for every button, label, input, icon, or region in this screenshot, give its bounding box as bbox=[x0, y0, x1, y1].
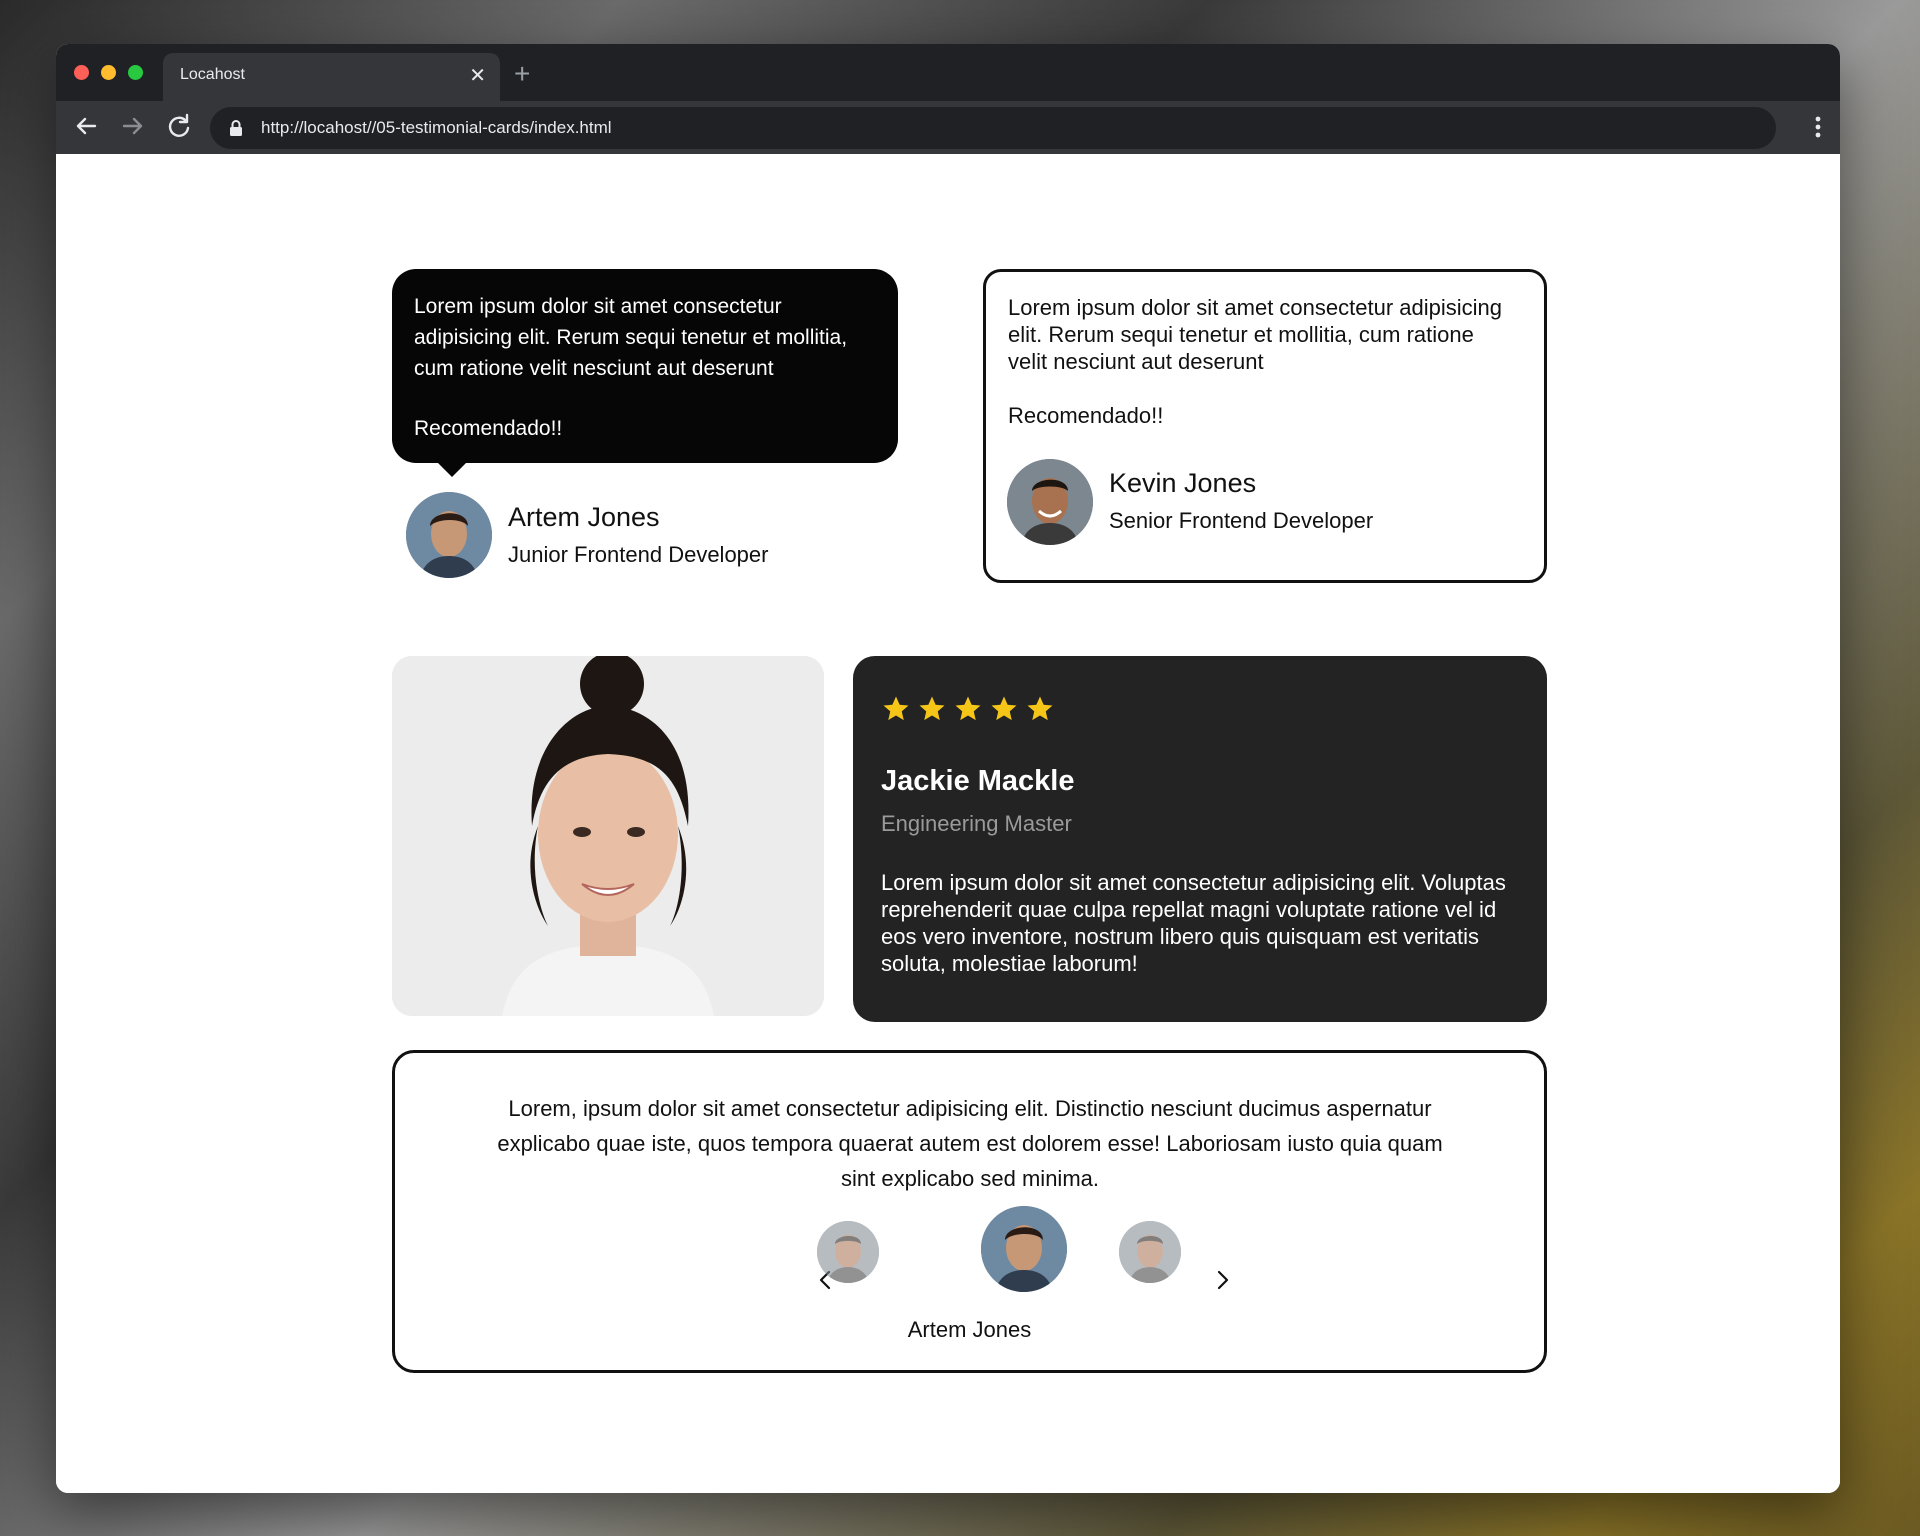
recommend-text: Recomendado!! bbox=[414, 417, 563, 440]
tab-bar: Locahost ✕ + bbox=[56, 44, 1840, 101]
author-role: Engineering Master bbox=[881, 811, 1072, 836]
browser-tab[interactable]: Locahost ✕ bbox=[163, 53, 500, 101]
author-name: Kevin Jones bbox=[1109, 468, 1257, 498]
star-icon bbox=[883, 696, 909, 721]
star-rating bbox=[881, 694, 1055, 724]
testimonial-text: Lorem ipsum dolor sit amet consectetur a… bbox=[414, 295, 848, 380]
minimize-window-button[interactable] bbox=[101, 65, 116, 80]
carousel-avatar-prev[interactable] bbox=[817, 1221, 879, 1283]
testimonial-text: Lorem ipsum dolor sit amet consectetur a… bbox=[1008, 294, 1518, 429]
address-bar[interactable]: http://locahost//05-testimonial-cards/in… bbox=[210, 107, 1776, 149]
carousel-author-name: Artem Jones bbox=[907, 1317, 1032, 1342]
testimonial-text: Lorem ipsum dolor sit amet consectetur a… bbox=[881, 870, 1506, 976]
author-role: Senior Frontend Developer bbox=[1109, 508, 1374, 533]
testimonial-card-dark: Jackie Mackle Engineering Master Lorem i… bbox=[853, 656, 1547, 1022]
browser-window: Locahost ✕ + http://locahost//05-testimo… bbox=[56, 44, 1840, 1493]
testimonial-card: Lorem ipsum dolor sit amet consectetur a… bbox=[983, 269, 1547, 583]
tab-title: Locahost bbox=[180, 66, 245, 83]
author-name: Artem Jones bbox=[508, 502, 660, 532]
star-icon bbox=[955, 696, 981, 721]
back-arrow-icon[interactable] bbox=[71, 111, 101, 141]
recommend-text: Recomendado!! bbox=[1008, 403, 1164, 428]
bubble-tail bbox=[436, 461, 468, 477]
author-role: Junior Frontend Developer bbox=[508, 542, 769, 567]
testimonial-carousel: Lorem, ipsum dolor sit amet consectetur … bbox=[392, 1050, 1547, 1373]
carousel-avatar-active[interactable] bbox=[981, 1206, 1067, 1292]
close-window-button[interactable] bbox=[74, 65, 89, 80]
url-text: http://locahost//05-testimonial-cards/in… bbox=[261, 118, 612, 137]
star-icon bbox=[991, 696, 1017, 721]
more-options-icon[interactable] bbox=[1814, 112, 1822, 142]
avatar bbox=[1007, 459, 1093, 545]
page-viewport: Lorem ipsum dolor sit amet consectetur a… bbox=[56, 154, 1840, 1493]
reload-icon[interactable] bbox=[164, 111, 194, 141]
forward-arrow-icon[interactable] bbox=[118, 111, 148, 141]
testimonial-bubble: Lorem ipsum dolor sit amet consectetur a… bbox=[392, 269, 898, 477]
star-icon bbox=[919, 696, 945, 721]
author-photo bbox=[392, 656, 824, 1016]
lock-icon bbox=[230, 120, 242, 136]
chevron-right-icon[interactable] bbox=[1214, 1266, 1232, 1294]
star-icon bbox=[1027, 696, 1053, 721]
tab-close-icon[interactable]: ✕ bbox=[469, 63, 486, 89]
new-tab-button[interactable]: + bbox=[514, 60, 530, 88]
author-name: Jackie Mackle bbox=[881, 765, 1075, 797]
avatar bbox=[406, 492, 492, 578]
testimonial-body: Lorem ipsum dolor sit amet consectetur a… bbox=[1008, 295, 1503, 374]
carousel-avatar-next[interactable] bbox=[1119, 1221, 1181, 1283]
maximize-window-button[interactable] bbox=[128, 65, 143, 80]
browser-toolbar: http://locahost//05-testimonial-cards/in… bbox=[56, 101, 1840, 154]
testimonial-text: Lorem, ipsum dolor sit amet consectetur … bbox=[497, 1096, 1443, 1191]
